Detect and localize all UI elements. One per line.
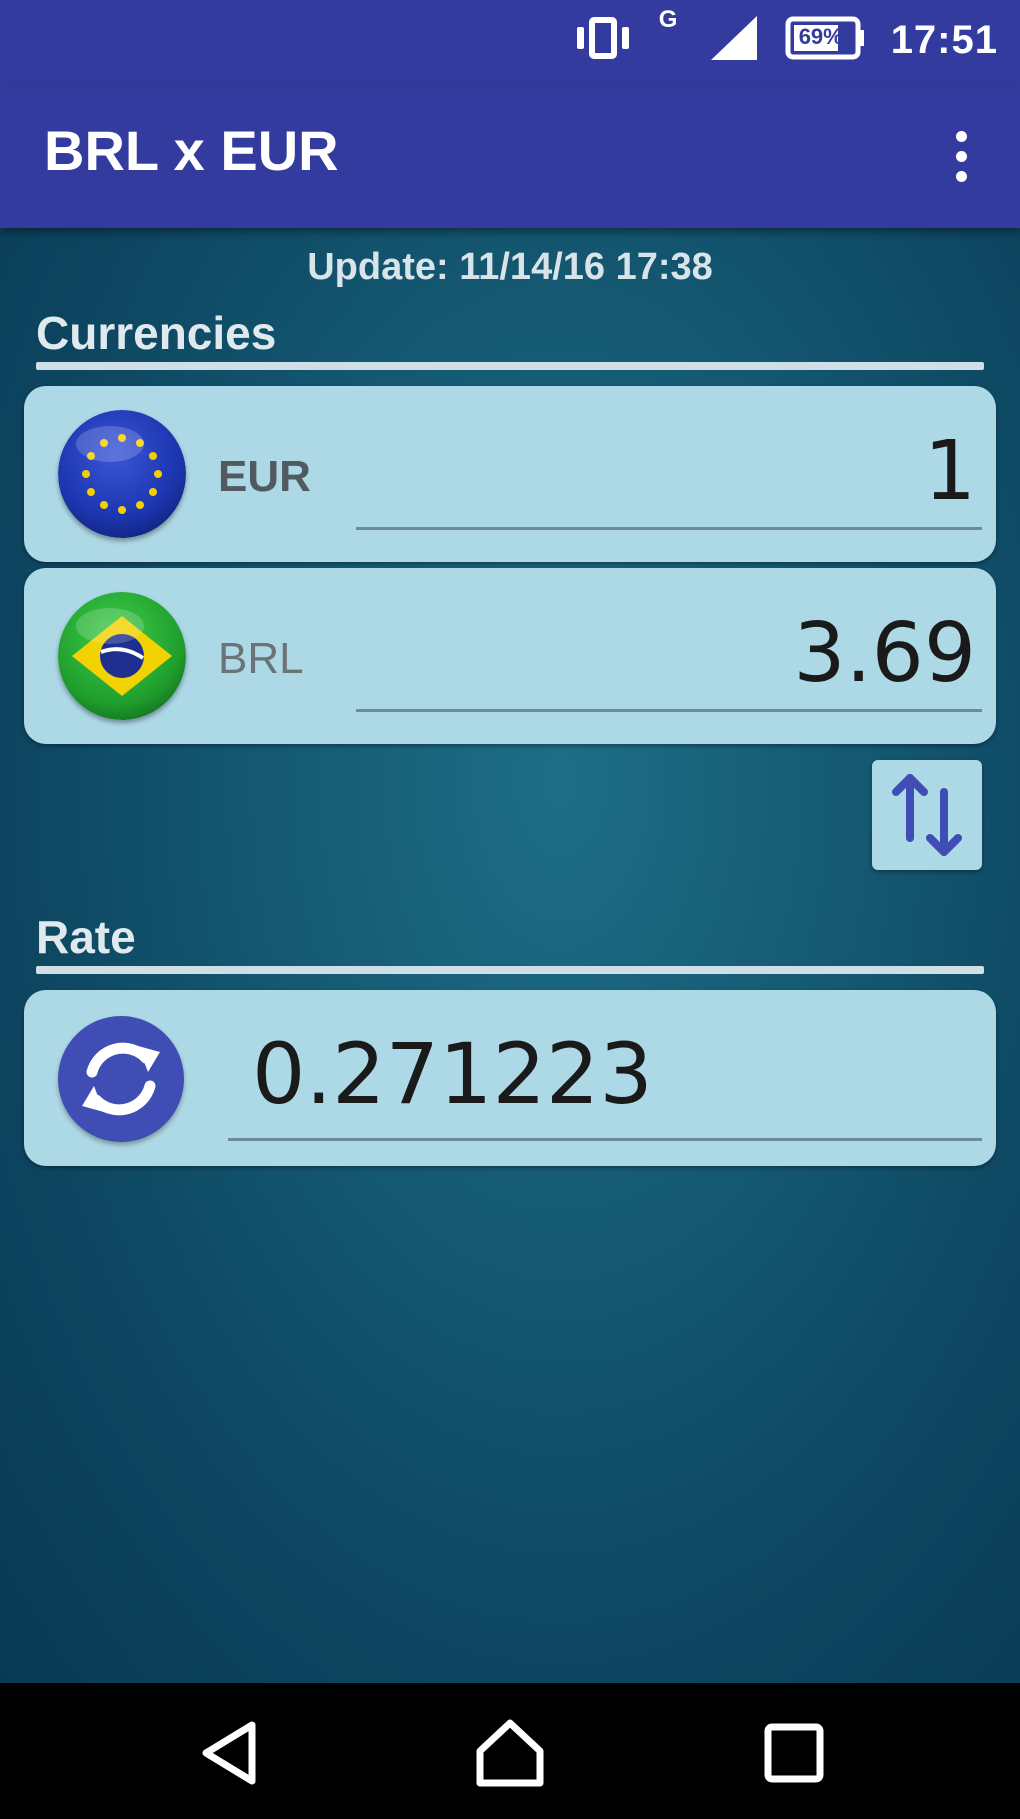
currency-code-from: EUR	[218, 452, 311, 501]
overflow-menu-icon[interactable]	[944, 118, 978, 194]
currency-code-to: BRL	[218, 634, 304, 683]
rate-section-title: Rate	[36, 911, 136, 963]
rate-value[interactable]: 0.271223	[228, 1018, 982, 1141]
app-title: BRL x EUR	[44, 119, 339, 182]
currency-card-to: BRL	[24, 568, 996, 744]
rate-card: 0.271223	[24, 990, 996, 1166]
screen: G 69% 17:51 BRL x EUR Update: 11/14/16 1…	[0, 0, 1020, 1819]
network-type-icon: G	[657, 6, 683, 68]
back-icon[interactable]	[194, 1717, 266, 1789]
eu-flag-icon	[58, 410, 186, 538]
network-type-label: G	[658, 6, 678, 33]
app-bar: BRL x EUR	[0, 84, 1020, 228]
swap-button[interactable]	[872, 760, 982, 870]
status-bar: G 69% 17:51	[0, 0, 1020, 84]
currency-card-from: EUR	[24, 386, 996, 562]
navigation-bar	[0, 1683, 1020, 1819]
rate-divider	[36, 966, 984, 974]
battery-percent: 69%	[798, 23, 843, 49]
status-time: 17:51	[890, 17, 998, 62]
refresh-icon	[58, 1042, 184, 1146]
update-timestamp: Update: 11/14/16 17:38	[307, 246, 713, 288]
recents-icon[interactable]	[758, 1717, 830, 1789]
amount-input-to[interactable]	[356, 602, 982, 712]
amount-input-from[interactable]	[356, 420, 982, 530]
home-icon[interactable]	[474, 1717, 546, 1789]
battery-icon: 69%	[785, 16, 865, 65]
refresh-button[interactable]	[58, 1016, 184, 1142]
swap-arrows-icon	[872, 774, 982, 874]
brazil-flag-icon	[58, 592, 186, 720]
vibrate-icon	[575, 13, 631, 68]
main-content: Update: 11/14/16 17:38 Currencies EUR 1 …	[0, 228, 1020, 1683]
signal-icon	[709, 14, 759, 67]
status-icons: G 69% 17:51	[575, 6, 998, 70]
currencies-divider	[36, 362, 984, 370]
currencies-section-title: Currencies	[36, 307, 277, 359]
